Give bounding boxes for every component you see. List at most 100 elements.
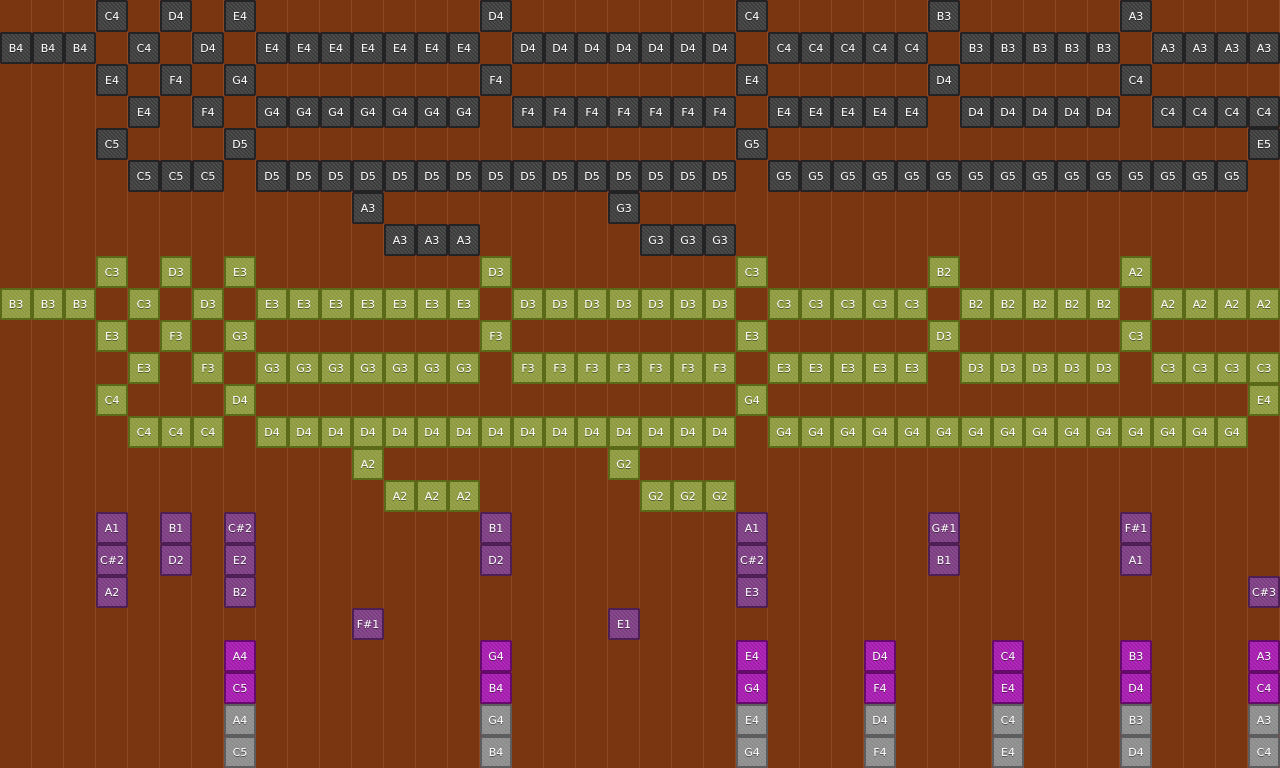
note-cell[interactable]: E3 bbox=[128, 352, 160, 384]
note-cell[interactable]: D4 bbox=[864, 704, 896, 736]
note-cell[interactable]: G3 bbox=[320, 352, 352, 384]
note-cell[interactable]: G3 bbox=[416, 352, 448, 384]
note-cell[interactable]: C4 bbox=[832, 32, 864, 64]
note-cell[interactable]: G5 bbox=[960, 160, 992, 192]
note-cell[interactable]: A3 bbox=[1184, 32, 1216, 64]
note-cell[interactable]: C3 bbox=[832, 288, 864, 320]
note-cell[interactable]: G3 bbox=[384, 352, 416, 384]
note-cell[interactable]: A3 bbox=[384, 224, 416, 256]
note-cell[interactable]: B3 bbox=[1088, 32, 1120, 64]
note-cell[interactable]: D2 bbox=[160, 544, 192, 576]
note-cell[interactable]: D4 bbox=[1088, 96, 1120, 128]
note-cell[interactable]: C4 bbox=[1216, 96, 1248, 128]
note-cell[interactable]: E4 bbox=[736, 640, 768, 672]
note-cell[interactable]: C4 bbox=[1152, 96, 1184, 128]
note-cell[interactable]: E3 bbox=[96, 320, 128, 352]
note-cell[interactable]: C3 bbox=[128, 288, 160, 320]
note-cell[interactable]: F3 bbox=[160, 320, 192, 352]
note-cell[interactable]: D4 bbox=[192, 32, 224, 64]
note-cell[interactable]: D4 bbox=[448, 416, 480, 448]
note-cell[interactable]: C4 bbox=[128, 32, 160, 64]
note-cell[interactable]: C#2 bbox=[224, 512, 256, 544]
note-cell[interactable]: E3 bbox=[320, 288, 352, 320]
note-cell[interactable]: A2 bbox=[352, 448, 384, 480]
note-cell[interactable]: A2 bbox=[1152, 288, 1184, 320]
note-cell[interactable]: C5 bbox=[192, 160, 224, 192]
note-cell[interactable]: A2 bbox=[1120, 256, 1152, 288]
note-cell[interactable]: A3 bbox=[1152, 32, 1184, 64]
note-cell[interactable]: D5 bbox=[608, 160, 640, 192]
note-cell[interactable]: C3 bbox=[736, 256, 768, 288]
note-cell[interactable]: A3 bbox=[1120, 0, 1152, 32]
note-cell[interactable]: C4 bbox=[96, 0, 128, 32]
note-cell[interactable]: A3 bbox=[416, 224, 448, 256]
note-cell[interactable]: D5 bbox=[480, 160, 512, 192]
note-cell[interactable]: D3 bbox=[992, 352, 1024, 384]
note-cell[interactable]: D5 bbox=[544, 160, 576, 192]
note-cell[interactable]: D5 bbox=[640, 160, 672, 192]
note-cell[interactable]: C4 bbox=[992, 640, 1024, 672]
note-cell[interactable]: F4 bbox=[576, 96, 608, 128]
note-cell[interactable]: D5 bbox=[352, 160, 384, 192]
note-cell[interactable]: G4 bbox=[768, 416, 800, 448]
note-cell[interactable]: D3 bbox=[704, 288, 736, 320]
note-cell[interactable]: C3 bbox=[1216, 352, 1248, 384]
note-cell[interactable]: E3 bbox=[768, 352, 800, 384]
note-cell[interactable]: D4 bbox=[256, 416, 288, 448]
note-cell[interactable]: F4 bbox=[704, 96, 736, 128]
note-cell[interactable]: C#3 bbox=[1248, 576, 1280, 608]
note-cell[interactable]: E3 bbox=[288, 288, 320, 320]
note-cell[interactable]: G5 bbox=[1056, 160, 1088, 192]
note-cell[interactable]: D5 bbox=[288, 160, 320, 192]
note-cell[interactable]: F3 bbox=[608, 352, 640, 384]
note-cell[interactable]: G5 bbox=[736, 128, 768, 160]
note-cell[interactable]: C3 bbox=[896, 288, 928, 320]
note-cell[interactable]: B3 bbox=[1056, 32, 1088, 64]
note-cell[interactable]: D4 bbox=[480, 0, 512, 32]
note-cell[interactable]: G4 bbox=[480, 640, 512, 672]
note-cell[interactable]: C3 bbox=[1184, 352, 1216, 384]
note-cell[interactable]: B4 bbox=[0, 32, 32, 64]
note-cell[interactable]: F3 bbox=[576, 352, 608, 384]
note-cell[interactable]: D3 bbox=[1024, 352, 1056, 384]
note-cell[interactable]: G4 bbox=[928, 416, 960, 448]
note-cell[interactable]: E4 bbox=[448, 32, 480, 64]
note-cell[interactable]: D3 bbox=[640, 288, 672, 320]
note-cell[interactable]: D4 bbox=[672, 416, 704, 448]
note-cell[interactable]: G5 bbox=[800, 160, 832, 192]
note-cell[interactable]: A2 bbox=[1216, 288, 1248, 320]
note-cell[interactable]: A1 bbox=[96, 512, 128, 544]
note-cell[interactable]: E5 bbox=[1248, 128, 1280, 160]
note-cell[interactable]: E3 bbox=[736, 576, 768, 608]
note-cell[interactable]: A1 bbox=[736, 512, 768, 544]
note-cell[interactable]: G4 bbox=[736, 736, 768, 768]
note-cell[interactable]: G5 bbox=[1024, 160, 1056, 192]
note-cell[interactable]: A3 bbox=[352, 192, 384, 224]
note-cell[interactable]: E3 bbox=[864, 352, 896, 384]
note-cell[interactable]: G2 bbox=[704, 480, 736, 512]
note-cell[interactable]: C5 bbox=[96, 128, 128, 160]
note-cell[interactable]: G3 bbox=[288, 352, 320, 384]
note-cell[interactable]: B2 bbox=[960, 288, 992, 320]
note-cell[interactable]: G4 bbox=[960, 416, 992, 448]
note-cell[interactable]: E2 bbox=[224, 544, 256, 576]
note-cell[interactable]: E4 bbox=[736, 64, 768, 96]
note-cell[interactable]: G4 bbox=[224, 64, 256, 96]
note-cell[interactable]: D4 bbox=[704, 416, 736, 448]
note-cell[interactable]: G2 bbox=[640, 480, 672, 512]
note-cell[interactable]: G3 bbox=[352, 352, 384, 384]
note-cell[interactable]: G4 bbox=[256, 96, 288, 128]
note-cell[interactable]: C3 bbox=[768, 288, 800, 320]
note-cell[interactable]: D5 bbox=[256, 160, 288, 192]
note-cell[interactable]: D4 bbox=[480, 416, 512, 448]
note-cell[interactable]: E3 bbox=[416, 288, 448, 320]
note-cell[interactable]: F4 bbox=[544, 96, 576, 128]
note-cell[interactable]: C4 bbox=[896, 32, 928, 64]
note-cell[interactable]: G4 bbox=[352, 96, 384, 128]
note-cell[interactable]: G3 bbox=[608, 192, 640, 224]
note-cell[interactable]: C4 bbox=[128, 416, 160, 448]
note-cell[interactable]: D3 bbox=[192, 288, 224, 320]
note-cell[interactable]: F3 bbox=[672, 352, 704, 384]
note-cell[interactable]: G4 bbox=[320, 96, 352, 128]
note-cell[interactable]: D4 bbox=[608, 32, 640, 64]
